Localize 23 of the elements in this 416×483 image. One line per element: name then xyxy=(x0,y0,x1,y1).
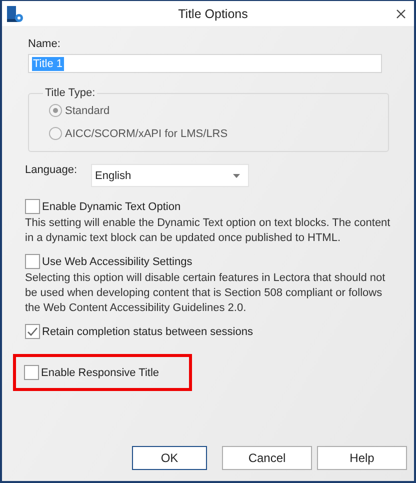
window-title: Title Options xyxy=(177,6,249,20)
checkbox[interactable] xyxy=(24,365,39,380)
checkbox-label: Retain completion status between sessions xyxy=(42,326,253,338)
checkbox-label: Use Web Accessibility Settings xyxy=(42,256,192,268)
language-dropdown[interactable]: English xyxy=(91,164,249,187)
name-label: Name: xyxy=(28,38,60,50)
dialog-button[interactable]: Cancel xyxy=(222,446,312,470)
book-gear-icon xyxy=(6,4,24,22)
checkbox[interactable] xyxy=(25,324,40,339)
option-description: This setting will enable the Dynamic Text option on text blocks. The content in a dynamic text block can be updated once published to HTML. xyxy=(25,216,392,246)
checkbox[interactable] xyxy=(25,199,40,214)
option-description: Selecting this option will disable certain features in Lectora that should not be used when developing content that is Section 508 compliant or follows the Web Content Accessibility Guidelines 2.0. xyxy=(25,271,386,316)
radio-label: Standard xyxy=(65,104,110,116)
dialog-button[interactable]: Help xyxy=(317,446,407,470)
checkbox[interactable] xyxy=(25,254,40,269)
group-legend: Title Type: xyxy=(43,87,98,99)
checkbox-label: Enable Dynamic Text Option xyxy=(42,200,181,212)
checkbox-label: Enable Responsive Title xyxy=(41,366,160,378)
close-icon[interactable] xyxy=(396,8,406,18)
caret-icon xyxy=(233,174,240,178)
dialog-button[interactable]: OK xyxy=(132,446,207,470)
radio-label: AICC/SCORM/xAPI for LMS/LRS xyxy=(65,128,228,140)
language-label: Language: xyxy=(25,164,77,176)
